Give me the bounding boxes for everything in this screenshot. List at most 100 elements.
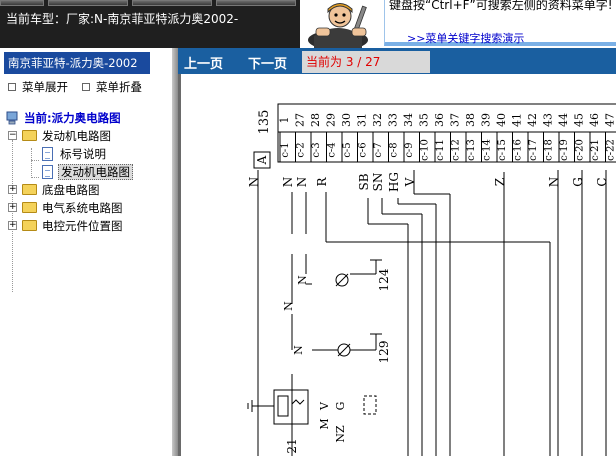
prev-page-button[interactable]: 上一页 bbox=[184, 53, 223, 72]
relay-label: M bbox=[318, 418, 331, 429]
canvas-border bbox=[178, 74, 181, 456]
pin-cell-label: c-18 bbox=[544, 139, 555, 161]
tree-item-label: 底盘电路图 bbox=[42, 183, 100, 197]
pin-cell-label: c-15 bbox=[497, 139, 508, 161]
folder-open-icon bbox=[22, 130, 37, 141]
pin-number: 33 bbox=[387, 113, 400, 127]
pin-cell-label: c-9 bbox=[404, 142, 415, 157]
top-tab-2[interactable] bbox=[48, 0, 128, 6]
wire-color-label: V bbox=[403, 177, 417, 187]
menu-expand-button[interactable]: 菜单展开 bbox=[8, 79, 68, 95]
pin-cell-label: c-20 bbox=[575, 139, 586, 161]
connector-strip: 1 c-1 27 c-2 28 c-3 29 c-4 30 c-5 31 c-6 32 c-7 33 c-8 3… bbox=[277, 103, 616, 163]
pin-cell-label: c-11 bbox=[435, 139, 446, 161]
pin-number: 29 bbox=[325, 113, 338, 127]
wire-color-label: N bbox=[247, 177, 261, 188]
pin-number: 35 bbox=[418, 113, 431, 127]
wire-color-label: SN bbox=[371, 173, 385, 192]
folder-icon bbox=[22, 184, 37, 195]
pin-number: 38 bbox=[464, 113, 477, 127]
tree-item-electrical[interactable]: + 电气系统电路图 bbox=[0, 200, 170, 216]
connector-tag: A bbox=[255, 155, 269, 165]
search-hint-box: 键盘按“Ctrl+F”可搜索左侧的资料菜单字! >>菜单关键字搜索演示 bbox=[384, 0, 616, 46]
wire-color-label: SB bbox=[357, 173, 371, 190]
wires bbox=[257, 170, 607, 456]
component-label: 129 bbox=[377, 341, 391, 364]
collapse-icon bbox=[82, 83, 90, 91]
pin-number: 41 bbox=[511, 113, 524, 127]
relay-label: NZ bbox=[334, 425, 347, 443]
wire-label: N bbox=[296, 275, 309, 285]
pin-number: 42 bbox=[526, 113, 539, 127]
pin-cell-label: c-7 bbox=[373, 142, 384, 157]
mascot-image bbox=[300, 0, 384, 50]
tree-toggle-icon[interactable]: − bbox=[8, 131, 17, 140]
component-label: 21 bbox=[285, 438, 299, 453]
wire-color-label: G bbox=[571, 177, 585, 187]
folder-icon bbox=[22, 202, 37, 213]
tree-item-label: 发动机电路图 bbox=[42, 129, 111, 143]
pin-number: 28 bbox=[309, 113, 322, 127]
component-label: 124 bbox=[377, 268, 391, 291]
next-page-button[interactable]: 下一页 bbox=[248, 53, 287, 72]
tree-item-ecu-location[interactable]: + 电控元件位置图 bbox=[0, 218, 170, 234]
tree-guide bbox=[12, 140, 13, 292]
pin-number: 37 bbox=[449, 113, 462, 127]
tree-item-chassis[interactable]: + 底盘电路图 bbox=[0, 182, 170, 198]
tree-item-legend[interactable]: 标号说明 bbox=[0, 146, 170, 162]
top-tab-3[interactable] bbox=[132, 0, 212, 6]
pin-number: 34 bbox=[402, 113, 415, 127]
search-demo-link[interactable]: >>菜单关键字搜索演示 bbox=[407, 30, 524, 46]
diagram-canvas: 1 c-1 27 c-2 28 c-3 29 c-4 30 c-5 31 c-6 32 c-7 33 c-8 3… bbox=[178, 74, 616, 456]
wire-color-label: Z bbox=[493, 178, 507, 186]
menu-expand-label: 菜单展开 bbox=[22, 80, 68, 94]
folder-icon bbox=[22, 220, 37, 231]
tree-toggle-icon[interactable]: + bbox=[8, 203, 17, 212]
pin-number: 30 bbox=[340, 113, 353, 127]
expand-icon bbox=[8, 83, 16, 91]
sidebar-title: 南京菲亚特-派力奥-2002 bbox=[4, 52, 150, 74]
wire-color-label: HG bbox=[387, 172, 401, 192]
pin-number: 32 bbox=[371, 113, 384, 127]
tree-item-engine[interactable]: − 发动机电路图 bbox=[0, 128, 170, 144]
pin-cell-label: c-12 bbox=[451, 139, 462, 161]
pin-cell-label: c-22 bbox=[606, 139, 616, 161]
search-hint-panel: 键盘按“Ctrl+F”可搜索左侧的资料菜单字! >>菜单关键字搜索演示 bbox=[384, 0, 616, 48]
top-tab-4[interactable] bbox=[216, 0, 296, 6]
top-tab-1[interactable] bbox=[0, 0, 44, 6]
pin-cell-label: c-19 bbox=[559, 139, 570, 161]
document-icon bbox=[42, 147, 53, 161]
pin-cell-label: c-14 bbox=[482, 139, 493, 161]
pin-number: 31 bbox=[356, 113, 369, 127]
tree-item-label: 电气系统电路图 bbox=[42, 201, 123, 215]
computer-icon bbox=[6, 111, 18, 125]
pin-cell-label: c-13 bbox=[466, 139, 477, 161]
wire-color-label: R bbox=[315, 177, 329, 187]
tree-toggle-icon[interactable]: + bbox=[8, 221, 17, 230]
wire-color-label: N bbox=[281, 177, 295, 188]
document-icon bbox=[42, 165, 53, 179]
pin-cell-label: c-5 bbox=[342, 142, 353, 157]
pin-cell-label: c-2 bbox=[296, 142, 307, 157]
pin-number: 45 bbox=[573, 113, 586, 127]
menu-collapse-button[interactable]: 菜单折叠 bbox=[82, 79, 142, 95]
tree-current-label: 当前:派力奥电路图 bbox=[24, 111, 121, 125]
sidebar: 南京菲亚特-派力奥-2002 菜单展开 菜单折叠 当前:派力奥电路图 − 发动机… bbox=[0, 48, 172, 456]
page-indicator: 当前为 3 / 27 bbox=[302, 51, 430, 73]
wire-color-label: C bbox=[595, 177, 609, 186]
menu-collapse-label: 菜单折叠 bbox=[96, 80, 142, 94]
pin-cell-label: c-17 bbox=[528, 139, 539, 161]
relay-component bbox=[247, 389, 377, 425]
tree-item-engine-diagram[interactable]: 发动机电路图 bbox=[0, 164, 170, 180]
pin-number: 36 bbox=[433, 113, 446, 127]
pin-number: 1 bbox=[278, 117, 291, 124]
pin-cell-label: c-8 bbox=[389, 142, 400, 157]
title-bar: 当前车型：厂家:N-南京菲亚特派力奥2002- bbox=[0, 0, 300, 48]
tree-toggle-icon[interactable]: + bbox=[8, 185, 17, 194]
wire-color-label: N bbox=[295, 177, 309, 188]
pin-cell-label: c-6 bbox=[358, 142, 369, 157]
pin-number: 40 bbox=[495, 113, 508, 127]
pin-cell-label: c-16 bbox=[513, 139, 524, 161]
pin-cell-label: c-21 bbox=[590, 139, 601, 161]
pin-number: 39 bbox=[480, 113, 493, 127]
